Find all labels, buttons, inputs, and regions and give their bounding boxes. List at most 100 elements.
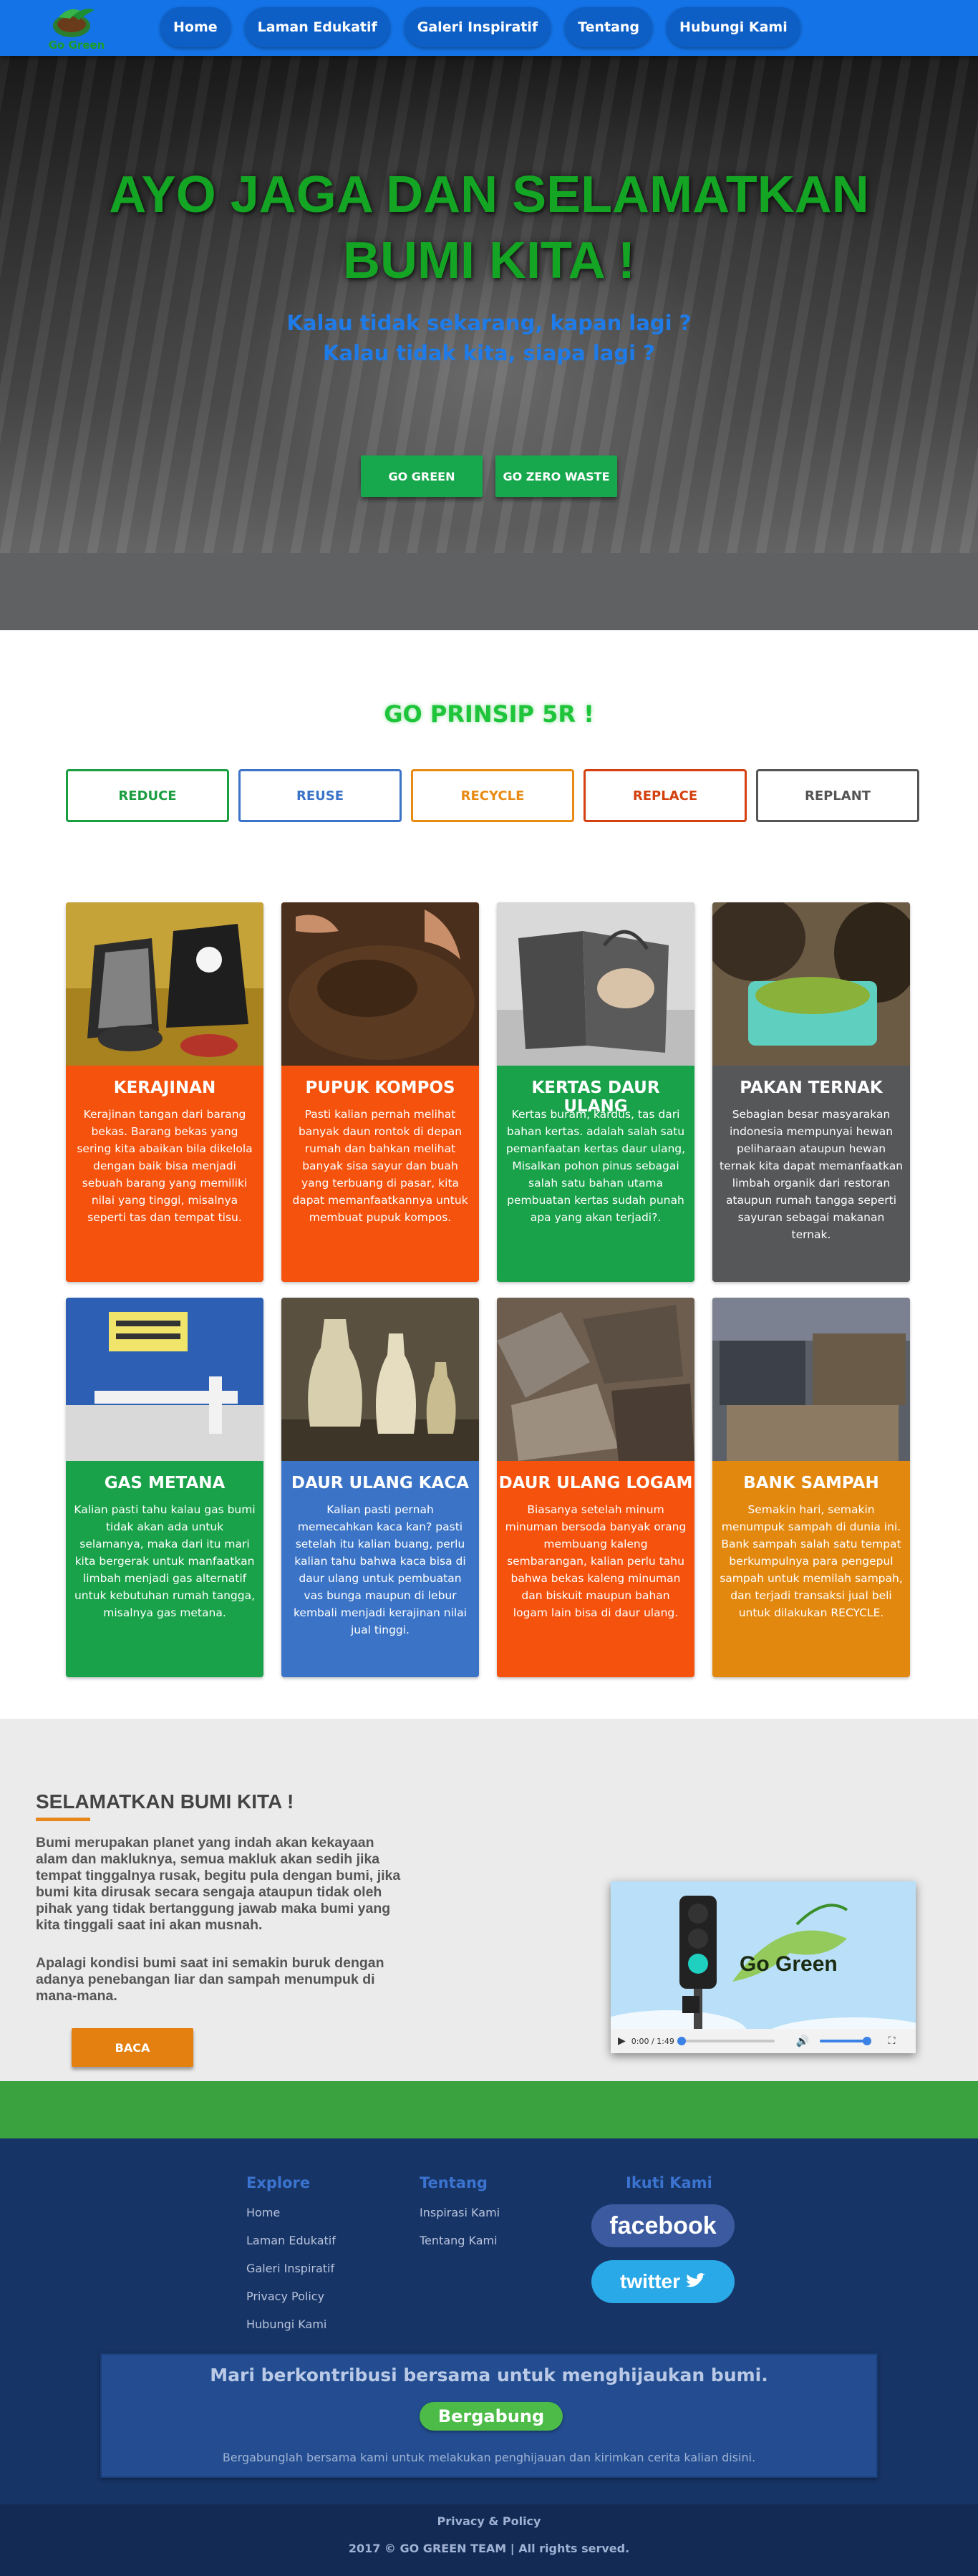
handicraft-bags-image xyxy=(66,902,263,1066)
footer-link-inspirasi-kami[interactable]: Inspirasi Kami xyxy=(420,2206,500,2219)
tab-recycle[interactable]: RECYCLE xyxy=(411,769,574,822)
title-underline xyxy=(36,1818,90,1821)
card-kertas-daur-ulang[interactable]: KERTAS DAUR ULANG Kertas buram, kardus, … xyxy=(497,902,694,1282)
footer-link-tentang-kami[interactable]: Tentang Kami xyxy=(420,2234,500,2247)
video-player[interactable]: Go Green ▶ 0:00 / 1:49 🔊 ⛶ xyxy=(611,1881,916,2053)
footer-link-hubungi-kami[interactable]: Hubungi Kami xyxy=(246,2317,336,2331)
card-text: Kalian pasti tahu kalau gas bumi tidak a… xyxy=(74,1503,256,1619)
footer-link-laman-edukatif[interactable]: Laman Edukatif xyxy=(246,2234,336,2247)
prinsip-title: GO PRINSIP 5R ! xyxy=(384,700,594,728)
hero-sub-line1: Kalau tidak sekarang, kapan lagi ? xyxy=(286,311,692,335)
tab-reuse[interactable]: REUSE xyxy=(238,769,402,822)
copyright-text: 2017 © GO GREEN TEAM | All rights served… xyxy=(348,2542,630,2555)
compost-soil-image xyxy=(281,902,479,1066)
footer-tentang: Tentang Inspirasi Kami Tentang Kami xyxy=(420,2174,500,2247)
footer-link-privacy-policy[interactable]: Privacy Policy xyxy=(246,2290,336,2303)
volume-slider[interactable] xyxy=(819,2037,871,2045)
tab-replace[interactable]: REPLACE xyxy=(584,769,747,822)
card-bank-sampah[interactable]: BANK SAMPAH Semakin hari, semakin menump… xyxy=(712,1298,910,1677)
navbar: Go Green Home Laman Edukatif Galeri Insp… xyxy=(0,0,978,56)
baca-button[interactable]: BACA xyxy=(72,2028,193,2067)
card-text: Kertas buram, kardus, tas dari bahan ker… xyxy=(505,1108,686,1224)
hero-section: AYO JAGA DAN SELAMATKAN BUMI KITA ! Kala… xyxy=(0,56,978,630)
contribute-text: Bergabunglah bersama kami untuk melakuka… xyxy=(222,2451,756,2464)
card-title: BANK SAMPAH xyxy=(743,1474,879,1492)
hero-subtitle: Kalau tidak sekarang, kapan lagi ? Kalau… xyxy=(0,308,978,368)
card-pakan-ternak[interactable]: PAKAN TERNAK Sebagian besar masyarakan i… xyxy=(712,902,910,1282)
card-title: GAS METANA xyxy=(104,1474,226,1492)
card-title: PUPUK KOMPOS xyxy=(305,1079,455,1097)
main-nav: Home Laman Edukatif Galeri Inspiratif Te… xyxy=(160,7,815,47)
card-text: Biasanya setelah minum minuman bersoda b… xyxy=(505,1503,687,1619)
globe-leaf-logo-icon xyxy=(53,9,95,37)
hero-title-line1: AYO JAGA DAN SELAMATKAN xyxy=(109,166,869,223)
tab-replant[interactable]: REPLANT xyxy=(756,769,919,822)
tab-reduce[interactable]: REDUCE xyxy=(66,769,229,822)
twitter-button[interactable]: twitter xyxy=(591,2260,735,2303)
hero-title-line2: BUMI KITA ! xyxy=(343,232,635,289)
hero-sub-line2: Kalau tidak kita, siapa lagi ? xyxy=(323,341,655,365)
selamatkan-paragraph-1: Bumi merupakan planet yang indah akan ke… xyxy=(36,1835,401,1933)
prinsip-tabs: REDUCE REUSE RECYCLE REPLACE REPLANT xyxy=(66,769,919,822)
video-progress-bar[interactable] xyxy=(677,2037,775,2045)
card-text: Kerajinan tangan dari barang bekas. Bara… xyxy=(77,1108,253,1224)
video-thumbnail: Go Green xyxy=(611,1881,916,2053)
logo-text: Go Green xyxy=(48,39,105,52)
card-text: Kalian pasti pernah memecahkan kaca kan?… xyxy=(293,1503,468,1636)
facebook-button[interactable]: facebook xyxy=(591,2204,735,2247)
twitter-bird-icon xyxy=(686,2273,705,2287)
card-kerajinan[interactable]: KERAJINAN Kerajinan tangan dari barang b… xyxy=(66,902,263,1282)
nav-laman-edukatif[interactable]: Laman Edukatif xyxy=(244,7,390,47)
volume-handle[interactable] xyxy=(862,2037,871,2045)
go-zero-waste-button[interactable]: GO ZERO WASTE xyxy=(495,455,617,497)
play-icon[interactable]: ▶ xyxy=(618,2035,626,2047)
video-brand-text: Go Green xyxy=(740,1952,838,1976)
logo[interactable]: Go Green xyxy=(40,1,112,54)
bergabung-button[interactable]: Bergabung xyxy=(420,2402,563,2431)
volume-icon[interactable]: 🔊 xyxy=(796,2035,810,2047)
nav-galeri-inspiratif[interactable]: Galeri Inspiratif xyxy=(404,7,551,47)
contribute-title: Mari berkontribusi bersama untuk menghij… xyxy=(210,2365,768,2386)
explore-heading: Explore xyxy=(246,2174,311,2191)
go-green-button[interactable]: GO GREEN xyxy=(361,455,483,497)
tentang-heading: Tentang xyxy=(420,2174,488,2191)
video-scrubber-handle[interactable] xyxy=(677,2037,686,2045)
twitter-label: twitter xyxy=(620,2270,680,2292)
footer-link-home[interactable]: Home xyxy=(246,2206,336,2219)
paper-bag-image xyxy=(497,902,694,1066)
prinsip-section: GO PRINSIP 5R ! REDUCE REUSE RECYCLE REP… xyxy=(0,630,978,1719)
livestock-feed-image xyxy=(712,902,910,1066)
card-title: PAKAN TERNAK xyxy=(740,1079,883,1097)
facebook-label: facebook xyxy=(609,2211,717,2239)
selamatkan-title: SELAMATKAN BUMI KITA ! xyxy=(36,1790,294,1813)
card-title: KERAJINAN xyxy=(113,1079,216,1097)
ikuti-heading: Ikuti Kami xyxy=(626,2174,712,2191)
scrap-metal-image xyxy=(497,1298,694,1461)
footer-link-galeri-inspiratif[interactable]: Galeri Inspiratif xyxy=(246,2262,336,2275)
card-daur-ulang-logam[interactable]: DAUR ULANG LOGAM Biasanya setelah minum … xyxy=(497,1298,694,1677)
card-text: Pasti kalian pernah melihat banyak daun … xyxy=(292,1108,468,1224)
fullscreen-icon[interactable]: ⛶ xyxy=(889,2035,896,2047)
footer-explore: Explore Home Laman Edukatif Galeri Inspi… xyxy=(246,2174,336,2331)
card-text: Semakin hari, semakin menumpuk sampah di… xyxy=(720,1503,903,1619)
waste-bank-image xyxy=(712,1298,910,1461)
card-gas-metana[interactable]: GAS METANA Kalian pasti tahu kalau gas b… xyxy=(66,1298,263,1677)
hero-bottom-band xyxy=(0,553,978,630)
privacy-policy-link[interactable]: Privacy & Policy xyxy=(0,2514,978,2528)
nav-home[interactable]: Home xyxy=(160,7,231,47)
glass-vase-image xyxy=(281,1298,479,1461)
selamatkan-section: SELAMATKAN BUMI KITA ! Bumi merupakan pl… xyxy=(0,1719,978,2081)
methane-meter-image xyxy=(66,1298,263,1461)
green-divider xyxy=(0,2081,978,2138)
card-title: DAUR ULANG LOGAM xyxy=(498,1474,693,1492)
footer: Explore Home Laman Edukatif Galeri Inspi… xyxy=(0,2138,978,2576)
contribute-box: Mari berkontribusi bersama untuk menghij… xyxy=(100,2353,878,2478)
hero-buttons: GO GREEN GO ZERO WASTE xyxy=(0,455,978,497)
card-daur-ulang-kaca[interactable]: DAUR ULANG KACA Kalian pasti pernah meme… xyxy=(281,1298,479,1677)
nav-tentang[interactable]: Tentang xyxy=(565,7,653,47)
card-title: DAUR ULANG KACA xyxy=(291,1474,470,1492)
nav-hubungi-kami[interactable]: Hubungi Kami xyxy=(667,7,800,47)
video-controls: ▶ 0:00 / 1:49 🔊 ⛶ xyxy=(611,2029,916,2053)
card-pupuk-kompos[interactable]: PUPUK KOMPOS Pasti kalian pernah melihat… xyxy=(281,902,479,1282)
card-text: Sebagian besar masyarakan indonesia memp… xyxy=(720,1108,904,1241)
